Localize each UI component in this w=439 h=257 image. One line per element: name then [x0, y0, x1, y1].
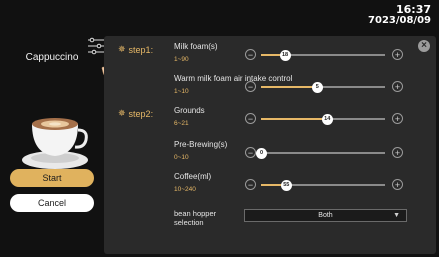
star-icon: ✵	[118, 44, 126, 54]
start-button[interactable]: Start	[10, 169, 94, 187]
bean-hopper-label-line2: selection	[174, 218, 204, 227]
settings-panel: × ✵ step1: ✵ step2: Milk foam(s) 1~90 − …	[104, 36, 436, 254]
param-range: 0~10	[174, 154, 189, 161]
minus-icon[interactable]: −	[245, 113, 256, 124]
slider-knob[interactable]: 55	[280, 180, 292, 191]
slider-track[interactable]: 0	[256, 148, 385, 159]
date-label: 7023/08/09	[368, 15, 431, 26]
param-range: 6~21	[174, 120, 189, 127]
star-icon: ✵	[118, 108, 126, 118]
param-range: 1~90	[174, 56, 189, 63]
cup-icon	[22, 118, 88, 169]
plus-icon[interactable]: +	[392, 147, 403, 158]
param-grounds: Grounds 6~21 − 14 +	[174, 106, 432, 132]
minus-icon[interactable]: −	[245, 49, 256, 60]
param-name: Pre-Brewing(s)	[174, 140, 228, 149]
param-range: 10~240	[174, 186, 196, 193]
plus-icon[interactable]: +	[392, 113, 403, 124]
bean-hopper-select[interactable]: Both ▼	[244, 209, 407, 222]
bean-hopper-label: bean hopper selection	[174, 209, 216, 227]
bean-hopper-selected: Both	[318, 212, 333, 219]
slider-track[interactable]: 14	[261, 114, 385, 125]
menu-icon[interactable]	[86, 36, 106, 56]
param-range: 1~10	[174, 88, 189, 95]
param-coffee: Coffee(ml) 10~240 − 55 +	[174, 172, 432, 198]
time-label: 16:37	[395, 3, 431, 16]
slider-track[interactable]: 5	[261, 82, 385, 93]
slider-track[interactable]: 18	[261, 50, 385, 61]
param-air-intake: Warm milk foam air intake control 1~10 −…	[174, 74, 432, 100]
slider-track[interactable]: 55	[261, 180, 385, 191]
param-name: Grounds	[174, 106, 205, 115]
step2-label: ✵ step2:	[118, 108, 153, 119]
slider-knob[interactable]: 14	[321, 114, 333, 125]
slider-knob[interactable]: 5	[311, 82, 323, 93]
minus-icon[interactable]: −	[245, 179, 256, 190]
param-name: Warm milk foam air intake control	[174, 74, 293, 83]
chevron-down-icon: ▼	[393, 212, 400, 219]
minus-icon[interactable]: −	[245, 147, 256, 158]
param-pre-brewing: Pre-Brewing(s) 0~10 − 0 +	[174, 140, 432, 166]
cancel-button[interactable]: Cancel	[10, 194, 94, 212]
screen: 16:37 7023/08/09 Cappuccino Start Cancel…	[0, 0, 439, 257]
slider-knob[interactable]: 18	[279, 50, 291, 61]
step2-text: step2:	[128, 108, 154, 119]
slider-knob[interactable]: 0	[256, 148, 267, 159]
step1-text: step1:	[128, 44, 154, 55]
param-name: Coffee(ml)	[174, 172, 212, 181]
plus-icon[interactable]: +	[392, 49, 403, 60]
bean-hopper-label-line1: bean hopper	[174, 209, 217, 218]
minus-icon[interactable]: −	[245, 81, 256, 92]
drink-sidebar: Cappuccino Start Cancel	[0, 30, 104, 257]
plus-icon[interactable]: +	[392, 81, 403, 92]
status-clock: 16:37 7023/08/09	[368, 4, 431, 26]
plus-icon[interactable]: +	[392, 179, 403, 190]
param-name: Milk foam(s)	[174, 42, 218, 51]
param-milk-foam: Milk foam(s) 1~90 − 18 +	[174, 42, 432, 68]
step1-label: ✵ step1:	[118, 44, 153, 55]
